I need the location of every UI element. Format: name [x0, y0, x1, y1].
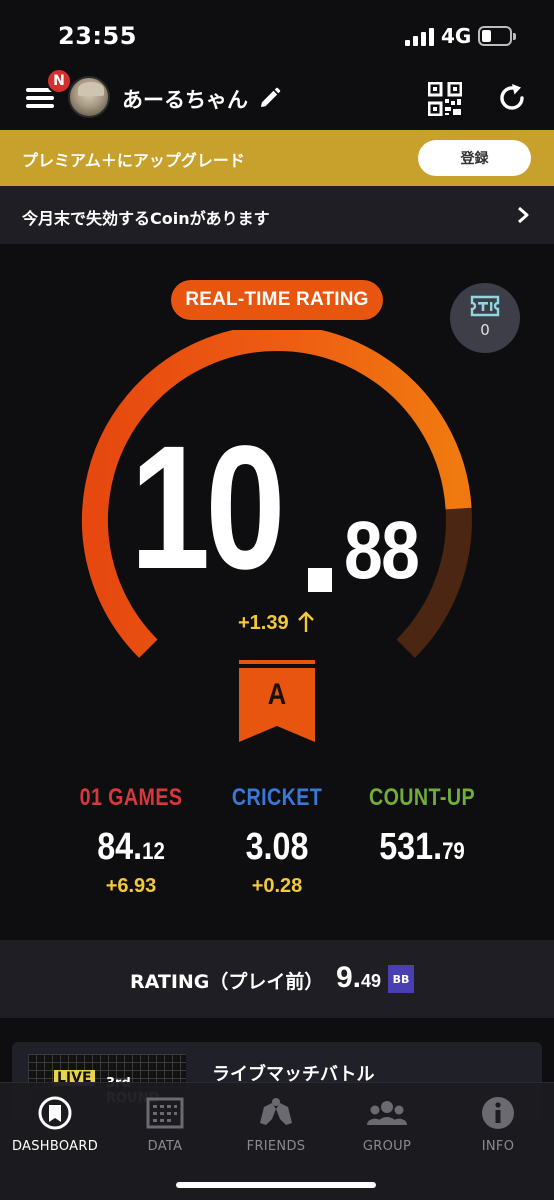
stat-value: 531.79 — [379, 826, 465, 868]
avatar[interactable] — [68, 76, 110, 118]
rating-value-int: 10 — [130, 410, 286, 606]
stat-label: 01 GAMES — [79, 784, 183, 811]
stat-delta: +6.93 — [105, 875, 157, 897]
username[interactable]: あーるちゃん — [122, 84, 248, 114]
stat-count-up[interactable]: COUNT-UP 531.79 — [342, 784, 502, 875]
home-indicator — [176, 1182, 376, 1188]
info-icon — [482, 1097, 514, 1129]
signal-icon — [405, 28, 435, 46]
friends-icon — [260, 1098, 292, 1125]
network-label: 4G — [441, 24, 472, 48]
app-header: N あーるちゃん — [0, 68, 554, 130]
rating-decimal-point — [308, 568, 332, 592]
realtime-rating-label: REAL-TIME RATING — [171, 280, 383, 320]
rating-before-value: 9.49 — [336, 961, 382, 994]
nav-friends[interactable]: FRIENDS — [221, 1093, 331, 1154]
chevron-right-icon — [518, 206, 529, 224]
stat-delta: +0.28 — [251, 875, 303, 897]
nav-label: FRIENDS — [246, 1139, 306, 1154]
stat-value: 3.08 — [245, 826, 309, 868]
dashboard-icon — [38, 1096, 72, 1130]
nav-label: INFO — [481, 1139, 515, 1154]
coin-notice-row[interactable]: 今月末で失効するCoinがあります — [0, 186, 554, 244]
rank-letter: A — [267, 678, 287, 711]
rank-badge: BB — [388, 965, 414, 993]
nav-label: DATA — [147, 1139, 183, 1154]
nav-dashboard[interactable]: DASHBOARD — [0, 1093, 110, 1154]
rating-before-row[interactable]: RATING（プレイ前） 9.49 — [0, 940, 554, 1018]
register-button[interactable]: 登録 — [418, 140, 531, 176]
refresh-icon[interactable] — [496, 82, 528, 114]
stat-value: 84.12 — [97, 826, 165, 868]
nav-label: GROUP — [362, 1139, 412, 1154]
pencil-icon[interactable] — [258, 86, 282, 110]
battery-icon — [478, 26, 516, 46]
nav-group[interactable]: GROUP — [332, 1093, 442, 1154]
nav-label: DASHBOARD — [11, 1139, 99, 1154]
rating-delta: +1.39 — [238, 612, 289, 634]
stat-cricket[interactable]: CRICKET 3.08 +0.28 — [197, 784, 357, 898]
rating-value-dec: 88 — [344, 505, 420, 596]
status-bar: 23:55 4G — [0, 0, 554, 70]
coin-notice-text: 今月末で失効するCoinがあります — [22, 209, 270, 228]
nav-data[interactable]: DATA — [110, 1093, 220, 1154]
ticket-icon — [470, 295, 500, 317]
qr-code-icon[interactable] — [428, 82, 462, 116]
rating-before-label: RATING（プレイ前） — [130, 971, 324, 993]
stat-label: COUNT-UP — [368, 784, 476, 811]
group-icon — [366, 1101, 408, 1125]
stat-label: CRICKET — [231, 784, 323, 811]
status-time: 23:55 — [58, 22, 137, 50]
data-icon — [146, 1097, 184, 1129]
premium-text: プレミアム＋にアップグレード — [22, 151, 245, 170]
premium-banner[interactable]: プレミアム＋にアップグレード 登録 — [0, 130, 554, 186]
stat-01-games[interactable]: 01 GAMES 84.12 +6.93 — [51, 784, 211, 898]
arrow-up-icon — [298, 611, 314, 632]
nav-info[interactable]: INFO — [443, 1093, 553, 1154]
